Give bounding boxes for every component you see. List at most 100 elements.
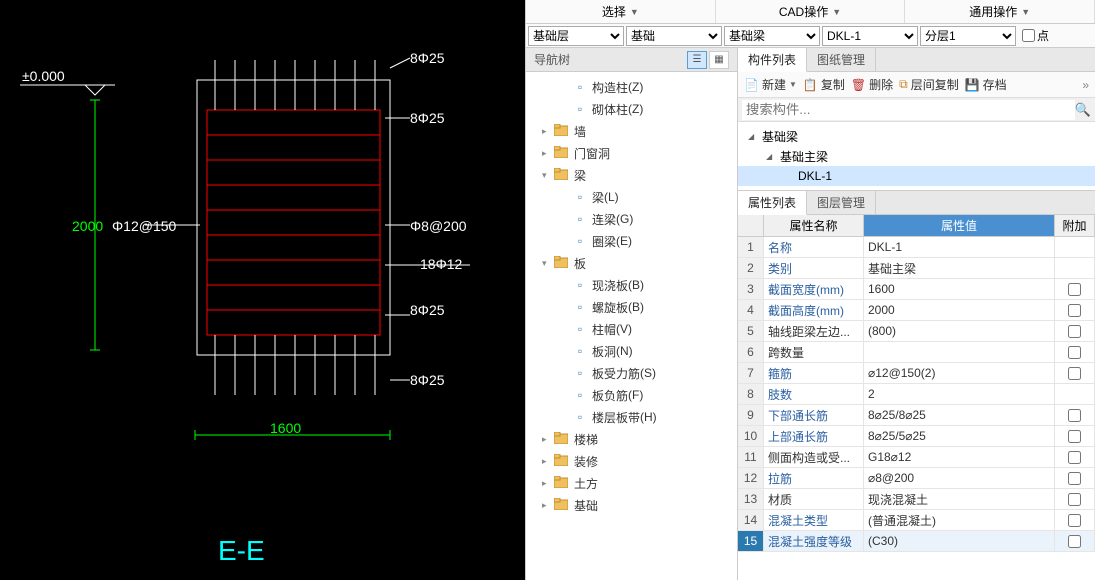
floor-select[interactable]: 基础层 <box>528 26 624 46</box>
component-tree[interactable]: ◢基础梁◢基础主梁DKL-1 <box>738 122 1095 190</box>
layer-copy-button[interactable]: ⧉层间复制 <box>899 76 959 93</box>
prop-row[interactable]: 7箍筋⌀12@150(2) <box>738 363 1095 384</box>
prop-extra-checkbox[interactable] <box>1068 430 1081 443</box>
view-list-icon[interactable]: ☰ <box>687 51 707 69</box>
new-button[interactable]: 📄新建▼ <box>744 76 797 93</box>
copy-button[interactable]: 📋复制 <box>803 76 845 93</box>
prop-value[interactable]: ⌀8@200 <box>864 468 1055 488</box>
tree-item[interactable]: ▫梁(L) <box>526 186 737 208</box>
tab-prop-list[interactable]: 属性列表 <box>738 191 807 215</box>
prop-value[interactable]: 2 <box>864 384 1055 404</box>
tree-item[interactable]: ▫砌体柱(Z) <box>526 98 737 120</box>
tab-component-list[interactable]: 构件列表 <box>738 48 807 72</box>
prop-extra-checkbox[interactable] <box>1068 535 1081 548</box>
tree-item[interactable]: ▫柱帽(V) <box>526 318 737 340</box>
select-menu[interactable]: 选择▼ <box>526 0 716 23</box>
prop-row[interactable]: 6跨数量 <box>738 342 1095 363</box>
prop-extra <box>1055 321 1095 341</box>
prop-row[interactable]: 5轴线距梁左边...(800) <box>738 321 1095 342</box>
prop-extra-checkbox[interactable] <box>1068 304 1081 317</box>
tab-drawing-mgmt[interactable]: 图纸管理 <box>807 48 876 71</box>
nav-tree-panel: 导航树 ☰ ▦ ▫构造柱(Z)▫砌体柱(Z)▸墙▸门窗洞▾梁▫梁(L)▫连梁(G… <box>526 48 738 580</box>
rebar-left: Φ12@150 <box>112 218 176 234</box>
subcategory-select[interactable]: 基础梁 <box>724 26 820 46</box>
prop-value[interactable]: 1600 <box>864 279 1055 299</box>
prop-value[interactable]: (800) <box>864 321 1055 341</box>
prop-row[interactable]: 9下部通长筋8⌀25/8⌀25 <box>738 405 1095 426</box>
category-select[interactable]: 基础 <box>626 26 722 46</box>
tree-item[interactable]: ▫构造柱(Z) <box>526 76 737 98</box>
view-grid-icon[interactable]: ▦ <box>709 51 729 69</box>
nav-tree[interactable]: ▫构造柱(Z)▫砌体柱(Z)▸墙▸门窗洞▾梁▫梁(L)▫连梁(G)▫圈梁(E)▾… <box>526 72 737 580</box>
more-actions[interactable]: » <box>1082 78 1089 92</box>
tree-folder[interactable]: ▾板 <box>526 252 737 274</box>
col-value[interactable]: 属性值 <box>864 215 1055 236</box>
prop-value[interactable] <box>864 342 1055 362</box>
tree-folder[interactable]: ▸墙 <box>526 120 737 142</box>
tree-folder[interactable]: ▸楼梯 <box>526 428 737 450</box>
prop-row[interactable]: 15混凝土强度等级(C30) <box>738 531 1095 552</box>
tree-folder[interactable]: ▸装修 <box>526 450 737 472</box>
component-tree-item[interactable]: ◢基础梁 <box>738 126 1095 146</box>
prop-value[interactable]: ⌀12@150(2) <box>864 363 1055 383</box>
prop-extra-checkbox[interactable] <box>1068 451 1081 464</box>
delete-button[interactable]: 🗑删除 <box>851 76 893 93</box>
tree-item[interactable]: ▫现浇板(B) <box>526 274 737 296</box>
prop-value[interactable]: 8⌀25/8⌀25 <box>864 405 1055 425</box>
prop-extra-checkbox[interactable] <box>1068 493 1081 506</box>
layer-select[interactable]: 分层1 <box>920 26 1016 46</box>
prop-value[interactable]: 基础主梁 <box>864 258 1055 278</box>
point-checkbox[interactable] <box>1022 29 1035 42</box>
prop-value[interactable]: 现浇混凝土 <box>864 489 1055 509</box>
tree-item[interactable]: ▫板负筋(F) <box>526 384 737 406</box>
prop-value[interactable]: 8⌀25/5⌀25 <box>864 426 1055 446</box>
tab-layer-mgmt[interactable]: 图层管理 <box>807 191 876 214</box>
component-tree-item[interactable]: DKL-1 <box>738 166 1095 186</box>
prop-value[interactable]: DKL-1 <box>864 237 1055 257</box>
search-icon[interactable]: 🔍 <box>1075 102 1091 118</box>
prop-value[interactable]: G18⌀12 <box>864 447 1055 467</box>
prop-row[interactable]: 12拉筋⌀8@200 <box>738 468 1095 489</box>
prop-row[interactable]: 8肢数2 <box>738 384 1095 405</box>
component-select[interactable]: DKL-1 <box>822 26 918 46</box>
prop-value[interactable]: (普通混凝土) <box>864 510 1055 530</box>
prop-extra-checkbox[interactable] <box>1068 472 1081 485</box>
prop-value[interactable]: 2000 <box>864 300 1055 320</box>
prop-extra-checkbox[interactable] <box>1068 325 1081 338</box>
prop-extra-checkbox[interactable] <box>1068 346 1081 359</box>
cad-ops-menu[interactable]: CAD操作▼ <box>716 0 906 23</box>
search-input[interactable] <box>742 100 1075 120</box>
tree-folder[interactable]: ▸土方 <box>526 472 737 494</box>
prop-extra-checkbox[interactable] <box>1068 409 1081 422</box>
prop-row[interactable]: 10上部通长筋8⌀25/5⌀25 <box>738 426 1095 447</box>
section-label: E-E <box>218 535 265 567</box>
prop-extra-checkbox[interactable] <box>1068 514 1081 527</box>
tree-folder[interactable]: ▾梁 <box>526 164 737 186</box>
tree-item[interactable]: ▫板洞(N) <box>526 340 737 362</box>
prop-row[interactable]: 11侧面构造或受...G18⌀12 <box>738 447 1095 468</box>
prop-row-number: 10 <box>738 426 764 446</box>
prop-row[interactable]: 14混凝土类型(普通混凝土) <box>738 510 1095 531</box>
cad-viewport[interactable]: ±0.000 2000 1600 Φ12@150 8Φ25 8Φ25 Φ8@20… <box>0 0 525 580</box>
prop-row[interactable]: 1名称DKL-1 <box>738 237 1095 258</box>
prop-row[interactable]: 3截面宽度(mm)1600 <box>738 279 1095 300</box>
prop-extra-checkbox[interactable] <box>1068 367 1081 380</box>
tree-item[interactable]: ▫圈梁(E) <box>526 230 737 252</box>
prop-extra <box>1055 279 1095 299</box>
tree-folder[interactable]: ▸门窗洞 <box>526 142 737 164</box>
prop-value[interactable]: (C30) <box>864 531 1055 551</box>
tree-item[interactable]: ▫连梁(G) <box>526 208 737 230</box>
tree-item[interactable]: ▫螺旋板(B) <box>526 296 737 318</box>
prop-extra <box>1055 531 1095 551</box>
common-ops-menu[interactable]: 通用操作▼ <box>905 0 1095 23</box>
tree-item[interactable]: ▫楼层板带(H) <box>526 406 737 428</box>
prop-row[interactable]: 2类别基础主梁 <box>738 258 1095 279</box>
prop-extra-checkbox[interactable] <box>1068 283 1081 296</box>
component-tree-item[interactable]: ◢基础主梁 <box>738 146 1095 166</box>
prop-row[interactable]: 4截面高度(mm)2000 <box>738 300 1095 321</box>
dim-horizontal: 1600 <box>270 420 301 436</box>
tree-item[interactable]: ▫板受力筋(S) <box>526 362 737 384</box>
save-button[interactable]: 💾存档 <box>965 76 1007 93</box>
tree-folder[interactable]: ▸基础 <box>526 494 737 516</box>
prop-row[interactable]: 13材质现浇混凝土 <box>738 489 1095 510</box>
